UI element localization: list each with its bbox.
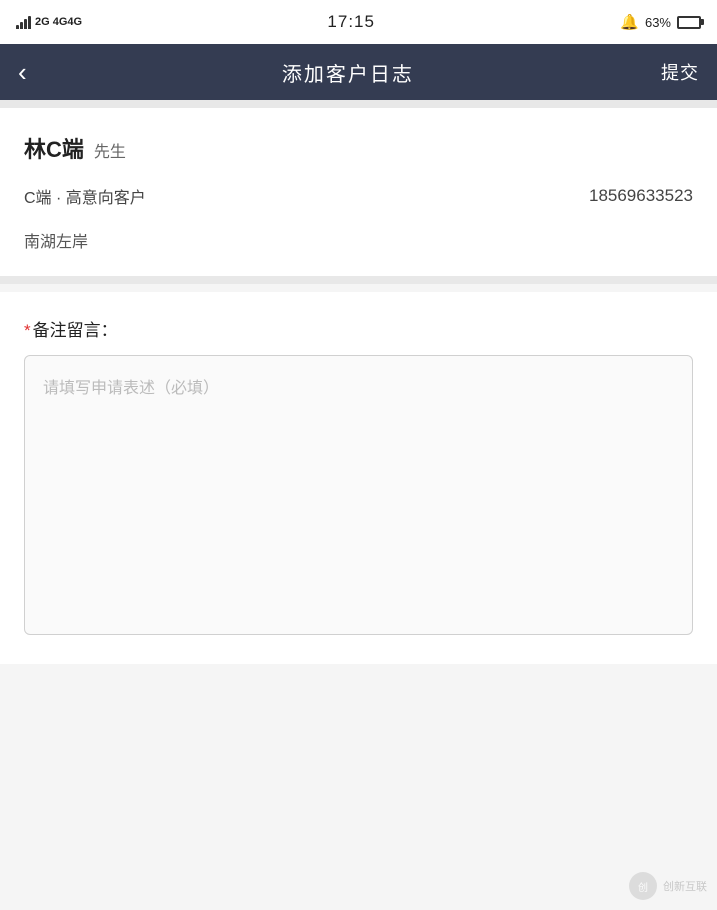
network-label: 2G 4G4G (35, 16, 82, 28)
back-button[interactable]: ‹ (18, 55, 35, 89)
watermark: 创 创新互联 (629, 872, 707, 900)
customer-type: C端 · 高意向客户 (24, 184, 146, 208)
bell-icon: 🔔 (620, 13, 639, 31)
customer-card: 林C端 先生 C端 · 高意向客户 18569633523 南湖左岸 (0, 108, 717, 276)
form-section: *备注留言： (0, 292, 717, 664)
status-bar: 2G 4G4G 17:15 🔔 63% (0, 0, 717, 44)
battery-area: 🔔 63% (620, 13, 701, 31)
customer-info-row: C端 · 高意向客户 18569633523 (24, 184, 693, 208)
nav-bar: ‹ 添加客户日志 提交 (0, 44, 717, 100)
customer-name: 林C端 (24, 132, 84, 164)
watermark-logo: 创 (629, 872, 657, 900)
notes-textarea[interactable] (24, 355, 693, 635)
top-divider (0, 100, 717, 108)
form-label: *备注留言： (24, 316, 693, 341)
signal-icon (16, 15, 31, 29)
battery-icon (677, 16, 701, 29)
page-title: 添加客户日志 (282, 58, 414, 87)
watermark-text: 创新互联 (663, 878, 707, 894)
status-time: 17:15 (327, 12, 375, 32)
required-star: * (24, 321, 31, 340)
submit-button[interactable]: 提交 (661, 59, 699, 85)
middle-divider (0, 276, 717, 284)
customer-name-row: 林C端 先生 (24, 132, 693, 164)
customer-address: 南湖左岸 (24, 228, 693, 252)
customer-phone: 18569633523 (589, 186, 693, 206)
battery-percent: 63% (645, 15, 671, 30)
customer-title: 先生 (94, 138, 126, 162)
signal-area: 2G 4G4G (16, 15, 82, 29)
